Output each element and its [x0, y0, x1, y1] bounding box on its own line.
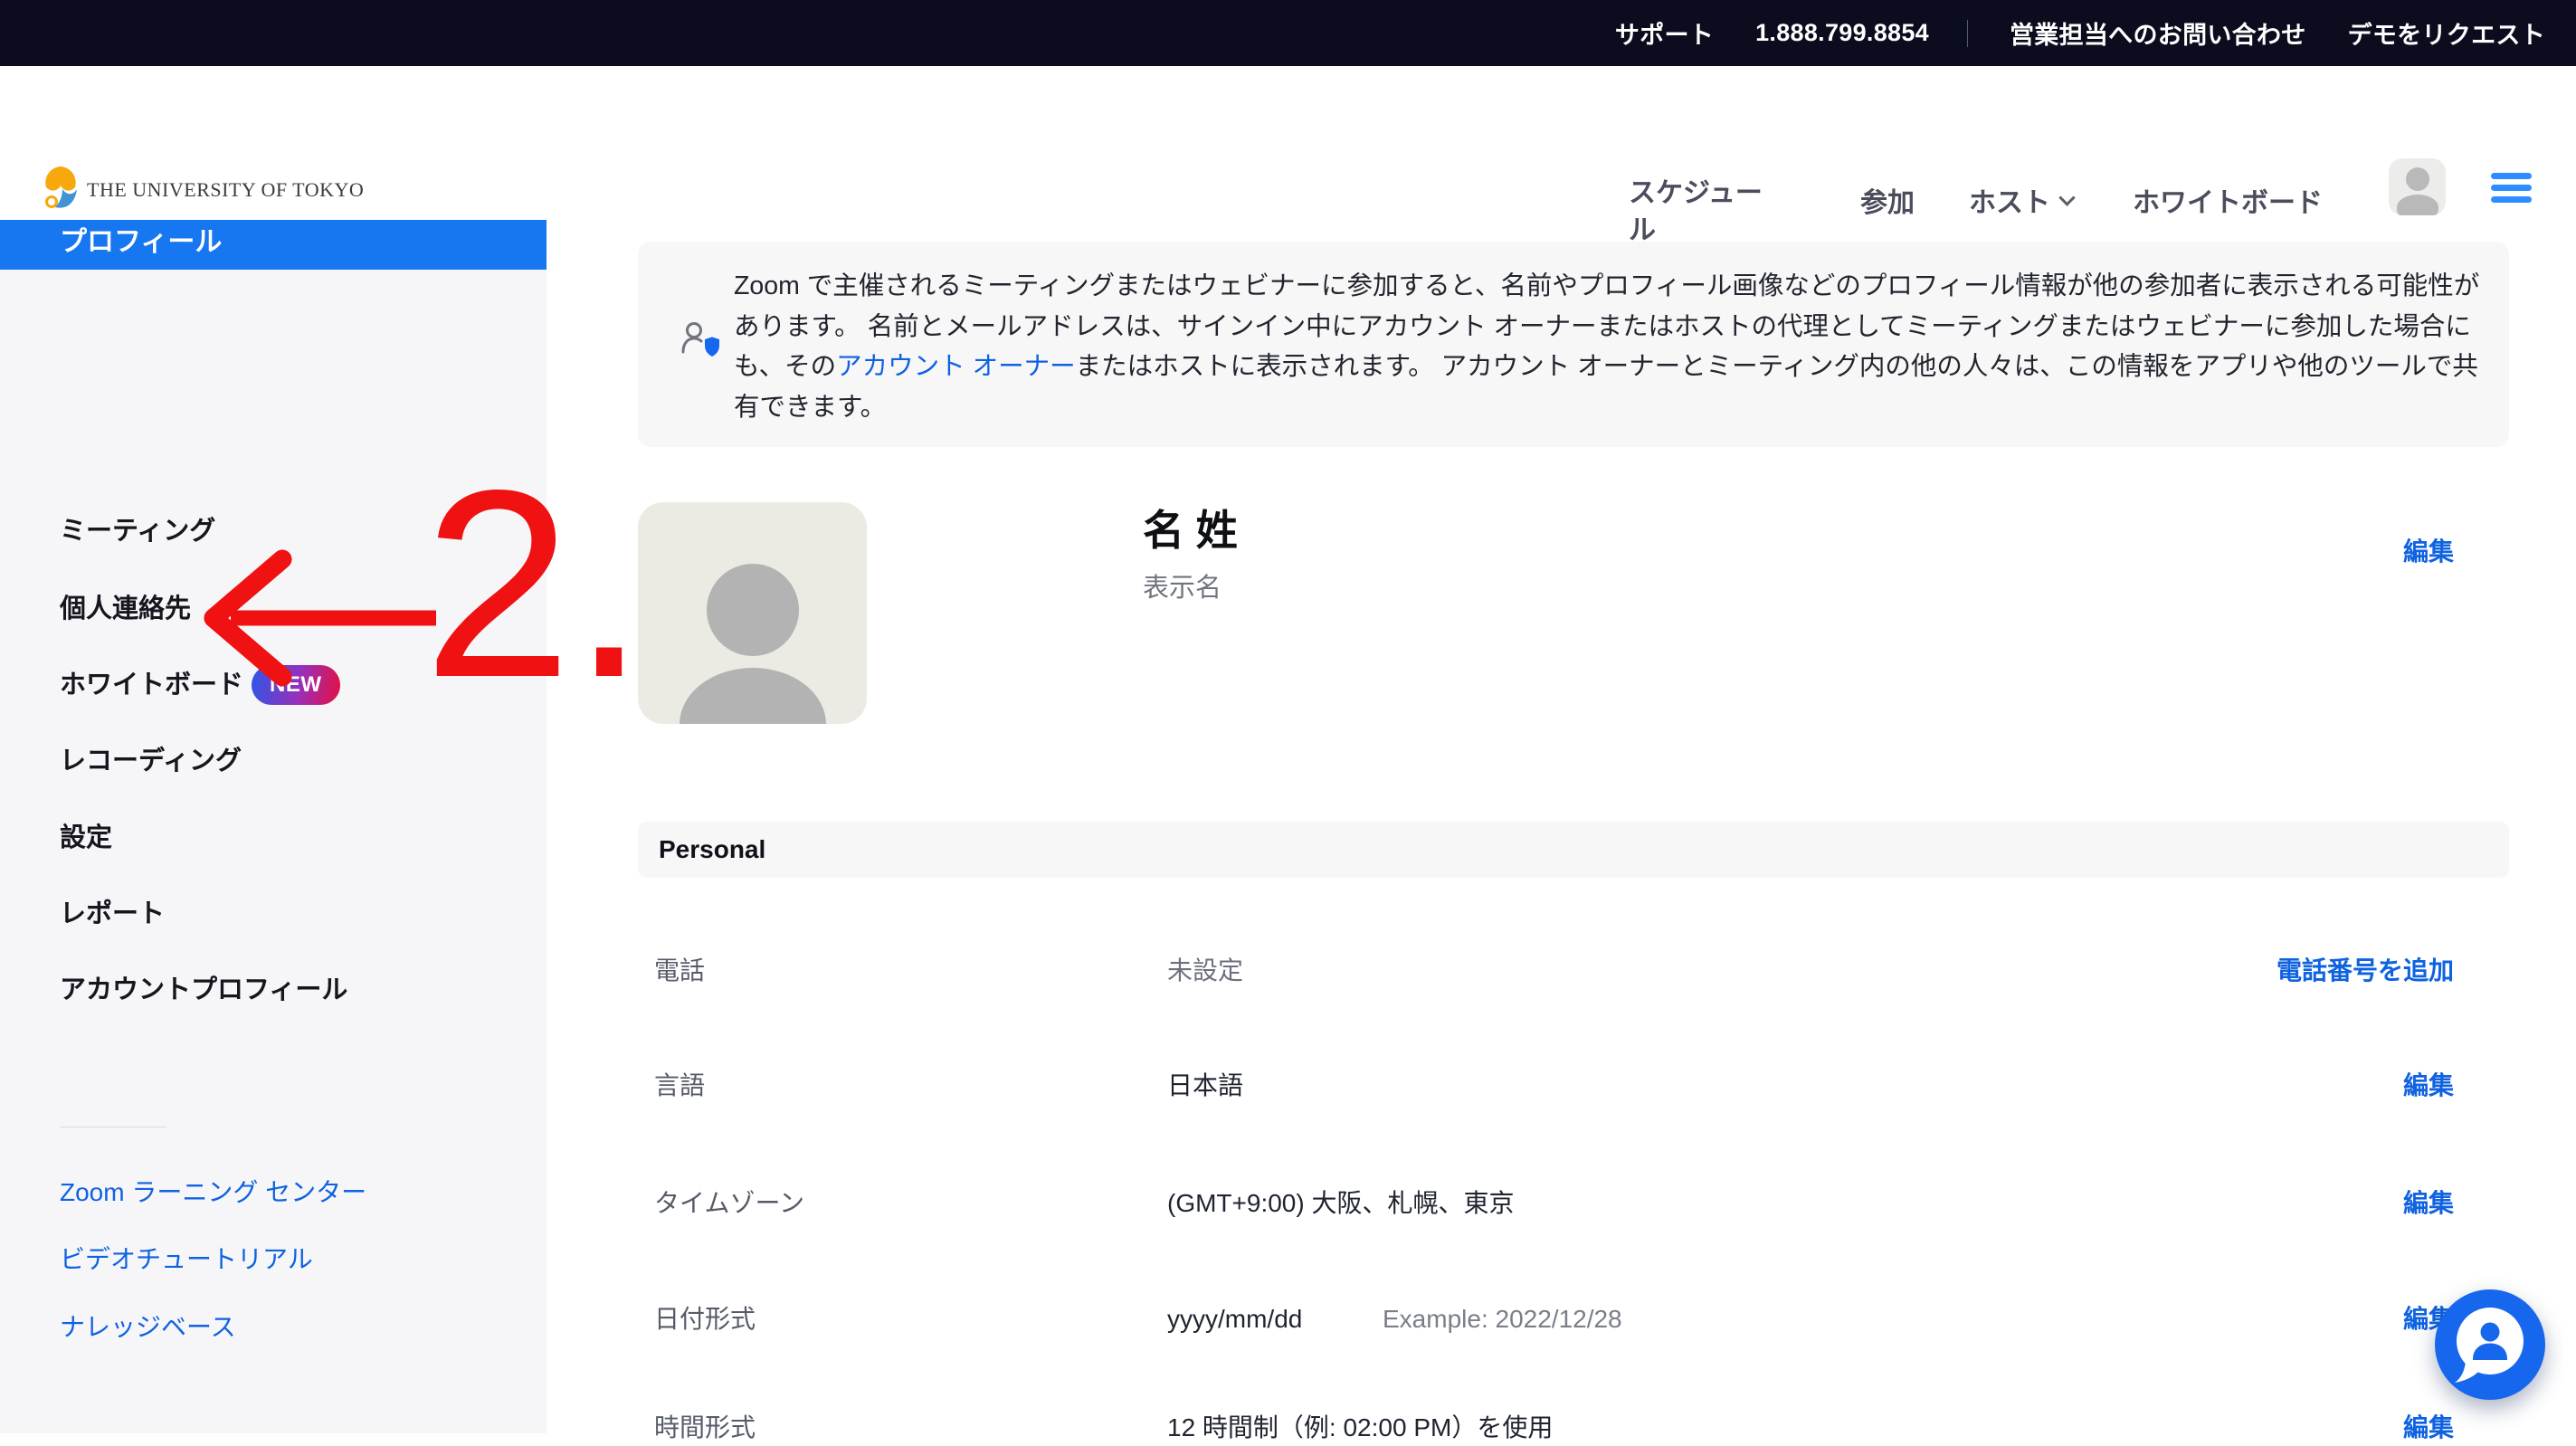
nav-host[interactable]: ホスト — [1969, 180, 2073, 220]
profile-visibility-banner: Zoom で主催されるミーティングまたはウェビナーに参加すると、名前やプロフィー… — [638, 242, 2509, 447]
row-value: yyyy/mm/dd — [1167, 1301, 1302, 1337]
university-logo-text: THE UNIVERSITY OF TOKYO — [87, 178, 364, 202]
new-badge: NEW — [252, 665, 340, 705]
table-row-phone: 電話 未設定 電話番号を追加 — [0, 953, 2576, 989]
table-row-timezone: タイムゾーン (GMT+9:00) 大阪、札幌、東京 編集 — [0, 1185, 2576, 1222]
edit-timezone-button[interactable]: 編集 — [2403, 1185, 2454, 1222]
edit-time-format-button[interactable]: 編集 — [2403, 1410, 2454, 1446]
nav-host-label: ホスト — [1969, 188, 2050, 218]
nav-join[interactable]: 参加 — [1860, 180, 1915, 220]
hamburger-menu-icon[interactable] — [2491, 173, 2532, 208]
display-name-label: 表示名 — [1143, 566, 1221, 604]
sidebar-item-profile[interactable]: プロフィール — [0, 220, 547, 270]
row-value: 未設定 — [1167, 953, 1243, 989]
user-avatar[interactable] — [2389, 158, 2446, 215]
row-label: 日付形式 — [654, 1301, 756, 1337]
avatar-person-icon — [2406, 167, 2429, 191]
sidebar-item-reports[interactable]: レポート — [60, 896, 165, 932]
site-header: THE UNIVERSITY OF TOKYO スケジュール 参加 ホスト ホワ… — [0, 66, 2576, 220]
row-label: 言語 — [654, 1068, 705, 1104]
sidebar-item-label: プロフィール — [60, 220, 222, 270]
personal-section-title: Personal — [659, 822, 765, 878]
sidebar-item-contacts[interactable]: 個人連絡先 — [60, 591, 191, 627]
nav-whiteboard[interactable]: ホワイトボード — [2133, 180, 2323, 220]
table-row-time-format: 時間形式 12 時間制（例: 02:00 PM）を使用 編集 — [0, 1410, 2576, 1446]
chevron-down-icon — [2058, 189, 2075, 205]
top-utility-bar: サポート 1.888.799.8854 営業担当へのお問い合わせ デモをリクエス… — [0, 0, 2576, 66]
banner-text: Zoom で主催されるミーティングまたはウェビナーに参加すると、名前やプロフィー… — [734, 266, 2487, 427]
edit-language-button[interactable]: 編集 — [2403, 1068, 2454, 1104]
person-shield-icon — [680, 319, 723, 363]
row-label: 電話 — [654, 953, 705, 989]
sidebar-item-settings[interactable]: 設定 — [60, 820, 112, 856]
avatar-person-body — [680, 668, 826, 724]
table-row-date-format: 日付形式 yyyy/mm/dd Example: 2022/12/28 編集 — [0, 1301, 2576, 1337]
row-example: Example: 2022/12/28 — [1383, 1301, 1622, 1337]
row-value: 日本語 — [1167, 1068, 1243, 1104]
top-utility-links: サポート 1.888.799.8854 営業担当へのお問い合わせ デモをリクエス… — [1615, 0, 2545, 66]
profile-avatar[interactable] — [638, 502, 867, 724]
row-value: 12 時間制（例: 02:00 PM）を使用 — [1167, 1410, 1553, 1446]
profile-name: 名 姓 — [1143, 498, 1238, 557]
row-label: 時間形式 — [654, 1410, 756, 1446]
personal-section-header: Personal — [638, 822, 2509, 878]
sidebar-item-recordings[interactable]: レコーディング — [60, 743, 242, 779]
request-demo-link[interactable]: デモをリクエスト — [2348, 15, 2545, 51]
support-chat-button[interactable] — [2435, 1289, 2545, 1400]
hamburger-bar — [2491, 185, 2532, 191]
contact-sales-link[interactable]: 営業担当へのお問い合わせ — [2010, 15, 2306, 51]
sidebar-item-whiteboard[interactable]: ホワイトボード — [60, 667, 243, 703]
add-phone-button[interactable]: 電話番号を追加 — [2277, 953, 2454, 989]
topbar-divider — [1967, 20, 1968, 47]
hamburger-bar — [2491, 196, 2532, 203]
chat-bubble-person-icon — [2435, 1289, 2545, 1400]
university-logo[interactable]: THE UNIVERSITY OF TOKYO — [43, 166, 364, 214]
row-value: (GMT+9:00) 大阪、札幌、東京 — [1167, 1185, 1514, 1222]
avatar-person-icon — [707, 564, 799, 656]
table-row-language: 言語 日本語 編集 — [0, 1068, 2576, 1104]
sidebar: プロフィール ミーティング 個人連絡先 ホワイトボード NEW レコーディング … — [0, 220, 547, 1433]
support-phone[interactable]: 1.888.799.8854 — [1755, 19, 1929, 47]
ginkgo-leaf-icon — [43, 166, 78, 214]
hamburger-bar — [2491, 173, 2532, 179]
account-owner-link[interactable]: アカウント オーナー — [836, 352, 1075, 381]
nav-schedule[interactable]: スケジュール — [1629, 175, 1772, 249]
avatar-person-body — [2397, 195, 2438, 215]
row-label: タイムゾーン — [654, 1185, 804, 1222]
sidebar-link-video-tutorials[interactable]: ビデオチュートリアル — [60, 1241, 313, 1278]
profile-edit-button[interactable]: 編集 — [2403, 532, 2454, 568]
sidebar-item-meetings[interactable]: ミーティング — [60, 513, 215, 549]
support-link[interactable]: サポート — [1615, 15, 1714, 51]
